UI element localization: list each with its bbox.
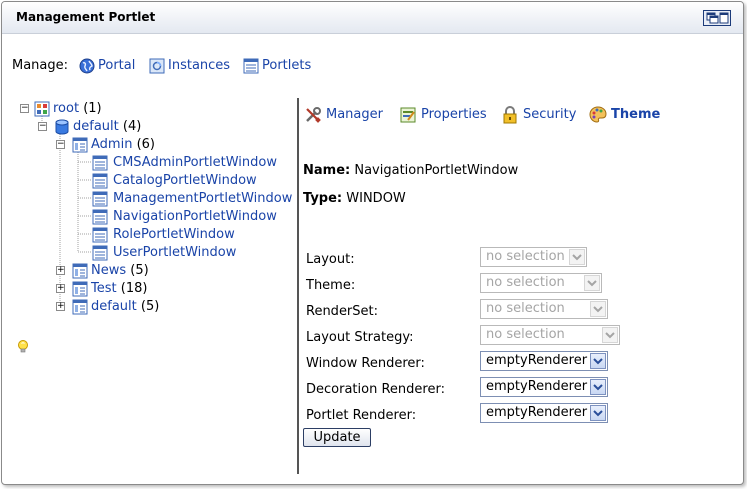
portlet-renderer-select[interactable]: emptyRenderer xyxy=(480,403,608,423)
news-expand-toggle[interactable]: + xyxy=(56,266,65,275)
default-page-expand-toggle[interactable]: + xyxy=(56,302,65,311)
name-label: Name: xyxy=(303,163,351,178)
root-collapse-toggle[interactable]: − xyxy=(20,104,29,113)
theme-select: no selection xyxy=(480,273,602,293)
layout-strategy-label: Layout Strategy: xyxy=(306,330,414,345)
tree-root-count: (1) xyxy=(83,101,102,116)
tree-window-label[interactable]: CatalogPortletWindow xyxy=(113,173,257,188)
window-mode-button[interactable] xyxy=(703,10,731,26)
tree-window-label[interactable]: UserPortletWindow xyxy=(113,245,236,260)
tab-theme-label: Theme xyxy=(611,107,661,122)
tree-default-count: (4) xyxy=(122,119,142,134)
tree-default-page-count: (5) xyxy=(140,299,160,314)
chevron-down-icon xyxy=(584,275,600,291)
page-icon xyxy=(72,263,88,279)
page-icon xyxy=(72,281,88,297)
chevron-down-icon xyxy=(602,327,618,343)
layout-strategy-select-value: no selection xyxy=(486,327,565,342)
properties-icon xyxy=(400,107,416,123)
decoration-renderer-select[interactable]: emptyRenderer xyxy=(480,377,608,397)
decoration-renderer-select-value: emptyRenderer xyxy=(486,379,588,394)
admin-collapse-toggle[interactable]: − xyxy=(56,140,65,149)
layout-label: Layout: xyxy=(306,252,355,267)
panel-divider xyxy=(297,98,299,474)
chevron-down-icon xyxy=(590,405,606,421)
window-icon xyxy=(92,209,108,225)
layout-select-value: no selection xyxy=(486,249,565,264)
decoration-renderer-label: Decoration Renderer: xyxy=(306,382,445,397)
lightbulb-icon xyxy=(18,340,28,353)
tree-window-label[interactable]: ManagementPortletWindow xyxy=(113,191,292,206)
type-label: Type: xyxy=(303,191,343,206)
tree-default-label[interactable]: default xyxy=(73,119,119,134)
lock-icon xyxy=(503,106,517,124)
page-icon xyxy=(72,299,88,315)
window-renderer-label: Window Renderer: xyxy=(306,356,425,371)
portal-database-icon xyxy=(55,119,69,135)
window-renderer-select-value: emptyRenderer xyxy=(486,353,588,368)
renderset-select-value: no selection xyxy=(486,301,565,316)
management-portlet: Management Portlet Manage: Portal Instan… xyxy=(1,1,744,485)
window-icon xyxy=(92,227,108,243)
palette-icon xyxy=(589,106,607,123)
window-renderer-select[interactable]: emptyRenderer xyxy=(480,351,608,371)
tree-default-page-label[interactable]: default xyxy=(91,299,137,314)
tree-root-label[interactable]: root xyxy=(53,101,79,116)
chevron-down-icon xyxy=(569,249,585,265)
renderset-select: no selection xyxy=(480,299,608,319)
tab-security-label: Security xyxy=(523,107,577,122)
name-row: Name: NavigationPortletWindow xyxy=(303,163,518,178)
chevron-down-icon xyxy=(590,353,606,369)
tools-icon xyxy=(306,107,321,123)
window-icon xyxy=(92,155,108,171)
type-row: Type: WINDOW xyxy=(303,191,406,206)
window-icon xyxy=(92,245,108,261)
tree-news-label[interactable]: News xyxy=(91,263,126,278)
root-node-icon xyxy=(34,101,50,117)
theme-label: Theme: xyxy=(306,278,356,293)
portlet-renderer-select-value: emptyRenderer xyxy=(486,405,588,420)
tree-window-label[interactable]: CMSAdminPortletWindow xyxy=(113,155,277,170)
tab-manager-label: Manager xyxy=(326,107,383,122)
tree-news-count: (5) xyxy=(130,263,149,278)
update-button[interactable]: Update xyxy=(303,428,371,447)
tree-admin-label[interactable]: Admin xyxy=(91,137,132,152)
type-value: WINDOW xyxy=(346,191,406,206)
layout-select: no selection xyxy=(480,247,587,267)
test-expand-toggle[interactable]: + xyxy=(56,284,65,293)
chevron-down-icon xyxy=(590,301,606,317)
tree-window-label[interactable]: RolePortletWindow xyxy=(113,227,235,242)
window-icon xyxy=(92,191,108,207)
page-icon xyxy=(72,137,88,153)
window-icon xyxy=(92,173,108,189)
portlet-renderer-label: Portlet Renderer: xyxy=(306,408,417,423)
theme-select-value: no selection xyxy=(486,275,565,290)
tree-window-label[interactable]: NavigationPortletWindow xyxy=(113,209,277,224)
restore-window-icon xyxy=(706,12,729,24)
tree-admin-count: (6) xyxy=(136,137,155,152)
default-collapse-toggle[interactable]: − xyxy=(38,122,47,131)
name-value: NavigationPortletWindow xyxy=(354,163,519,178)
renderset-label: RenderSet: xyxy=(306,304,379,319)
tree-test-label[interactable]: Test xyxy=(91,281,117,296)
tree-test-count: (18) xyxy=(120,281,148,296)
chevron-down-icon xyxy=(590,379,606,395)
layout-strategy-select: no selection xyxy=(480,325,620,345)
tab-properties-label: Properties xyxy=(421,107,487,122)
